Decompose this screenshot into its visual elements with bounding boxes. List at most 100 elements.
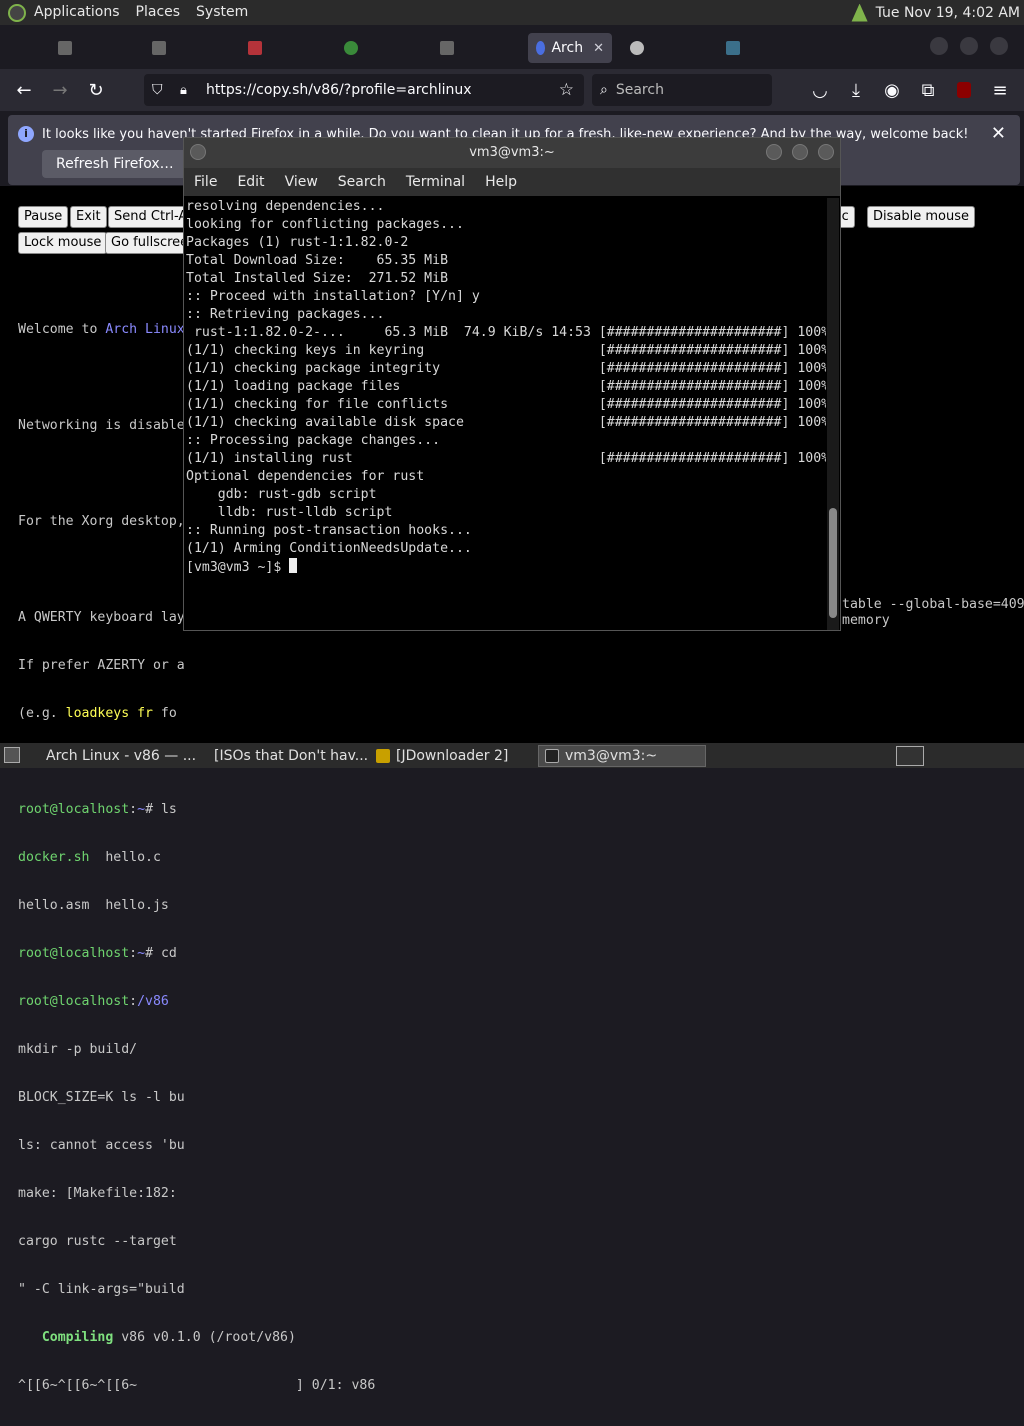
scrollbar-thumb[interactable] (829, 508, 837, 618)
forward-icon[interactable]: → (44, 74, 76, 106)
terminal-scrollbar[interactable] (827, 198, 839, 630)
github-icon (630, 41, 644, 55)
navigation-toolbar: ← → ↻ ⛉ 🔒︎ https://copy.sh/v86/?profile=… (0, 69, 1024, 111)
task-terminal[interactable]: vm3@vm3:~ (538, 745, 706, 767)
search-icon: ⌕ (600, 82, 608, 98)
clock[interactable]: Tue Nov 19, 4:02 AM (876, 5, 1020, 21)
tab-background-6[interactable] (630, 33, 650, 63)
screen-line: root@localhost:~# cd (18, 946, 177, 961)
jdownloader-icon (376, 749, 390, 763)
screen-line: If prefer AZERTY or a (18, 658, 185, 673)
screen-line: make: [Makefile:182: (18, 1186, 177, 1201)
terminal-line: Total Download Size: 65.35 MiB (186, 253, 449, 268)
account-icon[interactable]: ◉ (876, 74, 908, 106)
terminal-line: :: Retrieving packages... (186, 307, 385, 322)
mate-logo-icon[interactable] (8, 3, 26, 22)
screen-line: hello.asm hello.js (18, 898, 169, 913)
extensions-icon[interactable]: ⧉ (912, 74, 944, 106)
info-icon: i (18, 126, 34, 142)
window-menu-button[interactable] (190, 144, 206, 160)
system-menu[interactable]: System (188, 0, 256, 25)
terminal-line: (1/1) checking for file conflicts [#####… (186, 397, 826, 412)
lock-icon[interactable]: 🔒︎ (180, 83, 187, 98)
ublock-icon[interactable] (948, 74, 980, 106)
terminal-line: rust-1:1.82.0-2-... 65.3 MiB 74.9 KiB/s … (186, 325, 826, 340)
prompt-text: [vm3@vm3 ~]$ (186, 560, 290, 575)
terminal-line: :: Proceed with installation? [Y/n] y (186, 289, 480, 304)
back-icon[interactable]: ← (8, 74, 40, 106)
terminal-line: (1/1) checking package integrity [######… (186, 361, 826, 376)
terminal-titlebar[interactable]: vm3@vm3:~ (184, 138, 840, 168)
task-file-manager[interactable]: [ISOs that Don't hav... (202, 745, 368, 767)
terminal-menubar: File Edit View Search Terminal Help (184, 168, 840, 196)
search-input[interactable]: ⌕ Search (592, 74, 772, 106)
task-jdownloader[interactable]: [JDownloader 2] (370, 745, 536, 767)
reload-icon[interactable]: ↻ (80, 74, 112, 106)
screen-overflow-text: table --global-base=409 memory (842, 597, 1024, 628)
menu-edit[interactable]: Edit (227, 174, 274, 190)
screen-line: " -C link-args="build (18, 1282, 185, 1297)
screen-line: BLOCK_SIZE=K ls -l bu (18, 1090, 185, 1105)
close-window-button[interactable] (990, 37, 1008, 55)
minimize-button[interactable] (766, 144, 782, 160)
menu-view[interactable]: View (275, 174, 328, 190)
menu-search[interactable]: Search (328, 174, 396, 190)
places-menu[interactable]: Places (128, 0, 189, 25)
maximize-button[interactable] (960, 37, 978, 55)
screen-line: ^[[6~^[[6~^[[6~ ] 0/1: v86 (18, 1378, 376, 1393)
menu-help[interactable]: Help (475, 174, 527, 190)
terminal-icon (545, 749, 559, 763)
pocket-icon[interactable]: ◡ (804, 74, 836, 106)
url-text[interactable]: https://copy.sh/v86/?profile=archlinux (206, 82, 472, 98)
tab-background-5[interactable] (440, 33, 460, 63)
tab-label: Arch (551, 40, 584, 56)
page-icon (726, 41, 740, 55)
v86-icon (536, 41, 546, 55)
menu-icon[interactable]: ≡ (984, 74, 1016, 106)
fullscreen-button[interactable]: Go fullscree (105, 232, 188, 254)
close-tab-icon[interactable]: ✕ (593, 41, 604, 56)
menu-terminal[interactable]: Terminal (396, 174, 475, 190)
tab-background-3[interactable] (248, 33, 268, 63)
screen-line: docker.sh hello.c (18, 850, 161, 865)
terminal-output[interactable]: resolving dependencies... looking for con… (186, 198, 826, 630)
terminal-line: (1/1) checking keys in keyring [########… (186, 343, 826, 358)
tab-background-1[interactable] (58, 33, 78, 63)
taskbar: Arch Linux - v86 — ... [ISOs that Don't … (0, 743, 1024, 768)
tab-background-7[interactable] (726, 33, 746, 63)
screen-line: mkdir -p build/ (18, 1042, 138, 1057)
exit-button[interactable]: Exit (70, 206, 107, 228)
minimize-button[interactable] (930, 37, 948, 55)
network-icon[interactable] (851, 3, 868, 22)
url-bar[interactable]: ⛉ 🔒︎ https://copy.sh/v86/?profile=archli… (144, 74, 584, 106)
terminal-line: :: Running post-transaction hooks... (186, 523, 472, 538)
lock-mouse-button[interactable]: Lock mouse (18, 232, 108, 254)
top-panel: Applications Places System Tue Nov 19, 4… (0, 0, 1024, 25)
refresh-firefox-button[interactable]: Refresh Firefox… (42, 150, 188, 178)
page-icon (440, 41, 454, 55)
menu-file[interactable]: File (184, 174, 227, 190)
chrome-icon (344, 41, 358, 55)
maximize-button[interactable] (792, 144, 808, 160)
applications-menu[interactable]: Applications (26, 0, 128, 25)
terminal-prompt[interactable]: [vm3@vm3 ~]$ (186, 558, 826, 577)
tab-background-2[interactable] (152, 33, 172, 63)
show-desktop-icon[interactable] (4, 747, 20, 763)
send-ctrl-alt-del-button[interactable]: Send Ctrl-A (108, 206, 188, 228)
workspace-switcher[interactable] (896, 746, 924, 766)
downloads-icon[interactable]: ⤓ (840, 74, 872, 106)
tab-background-4[interactable] (344, 33, 364, 63)
close-button[interactable] (818, 144, 834, 160)
terminal-line: (1/1) installing rust [#################… (186, 451, 826, 466)
pause-button[interactable]: Pause (18, 206, 69, 228)
task-firefox[interactable]: Arch Linux - v86 — ... (34, 745, 200, 767)
tab-arch[interactable]: Arch ✕ (528, 33, 612, 63)
close-notification-icon[interactable]: ✕ (991, 123, 1006, 144)
terminal-window[interactable]: vm3@vm3:~ File Edit View Search Terminal… (183, 137, 841, 631)
shield-icon[interactable]: ⛉ (152, 82, 163, 98)
disable-mouse-button[interactable]: Disable mouse (867, 206, 975, 228)
window-controls (930, 37, 1008, 55)
terminal-line: :: Processing package changes... (186, 433, 441, 448)
screen-line: ls: cannot access 'bu (18, 1138, 185, 1153)
bookmark-star-icon[interactable]: ☆ (559, 80, 574, 100)
